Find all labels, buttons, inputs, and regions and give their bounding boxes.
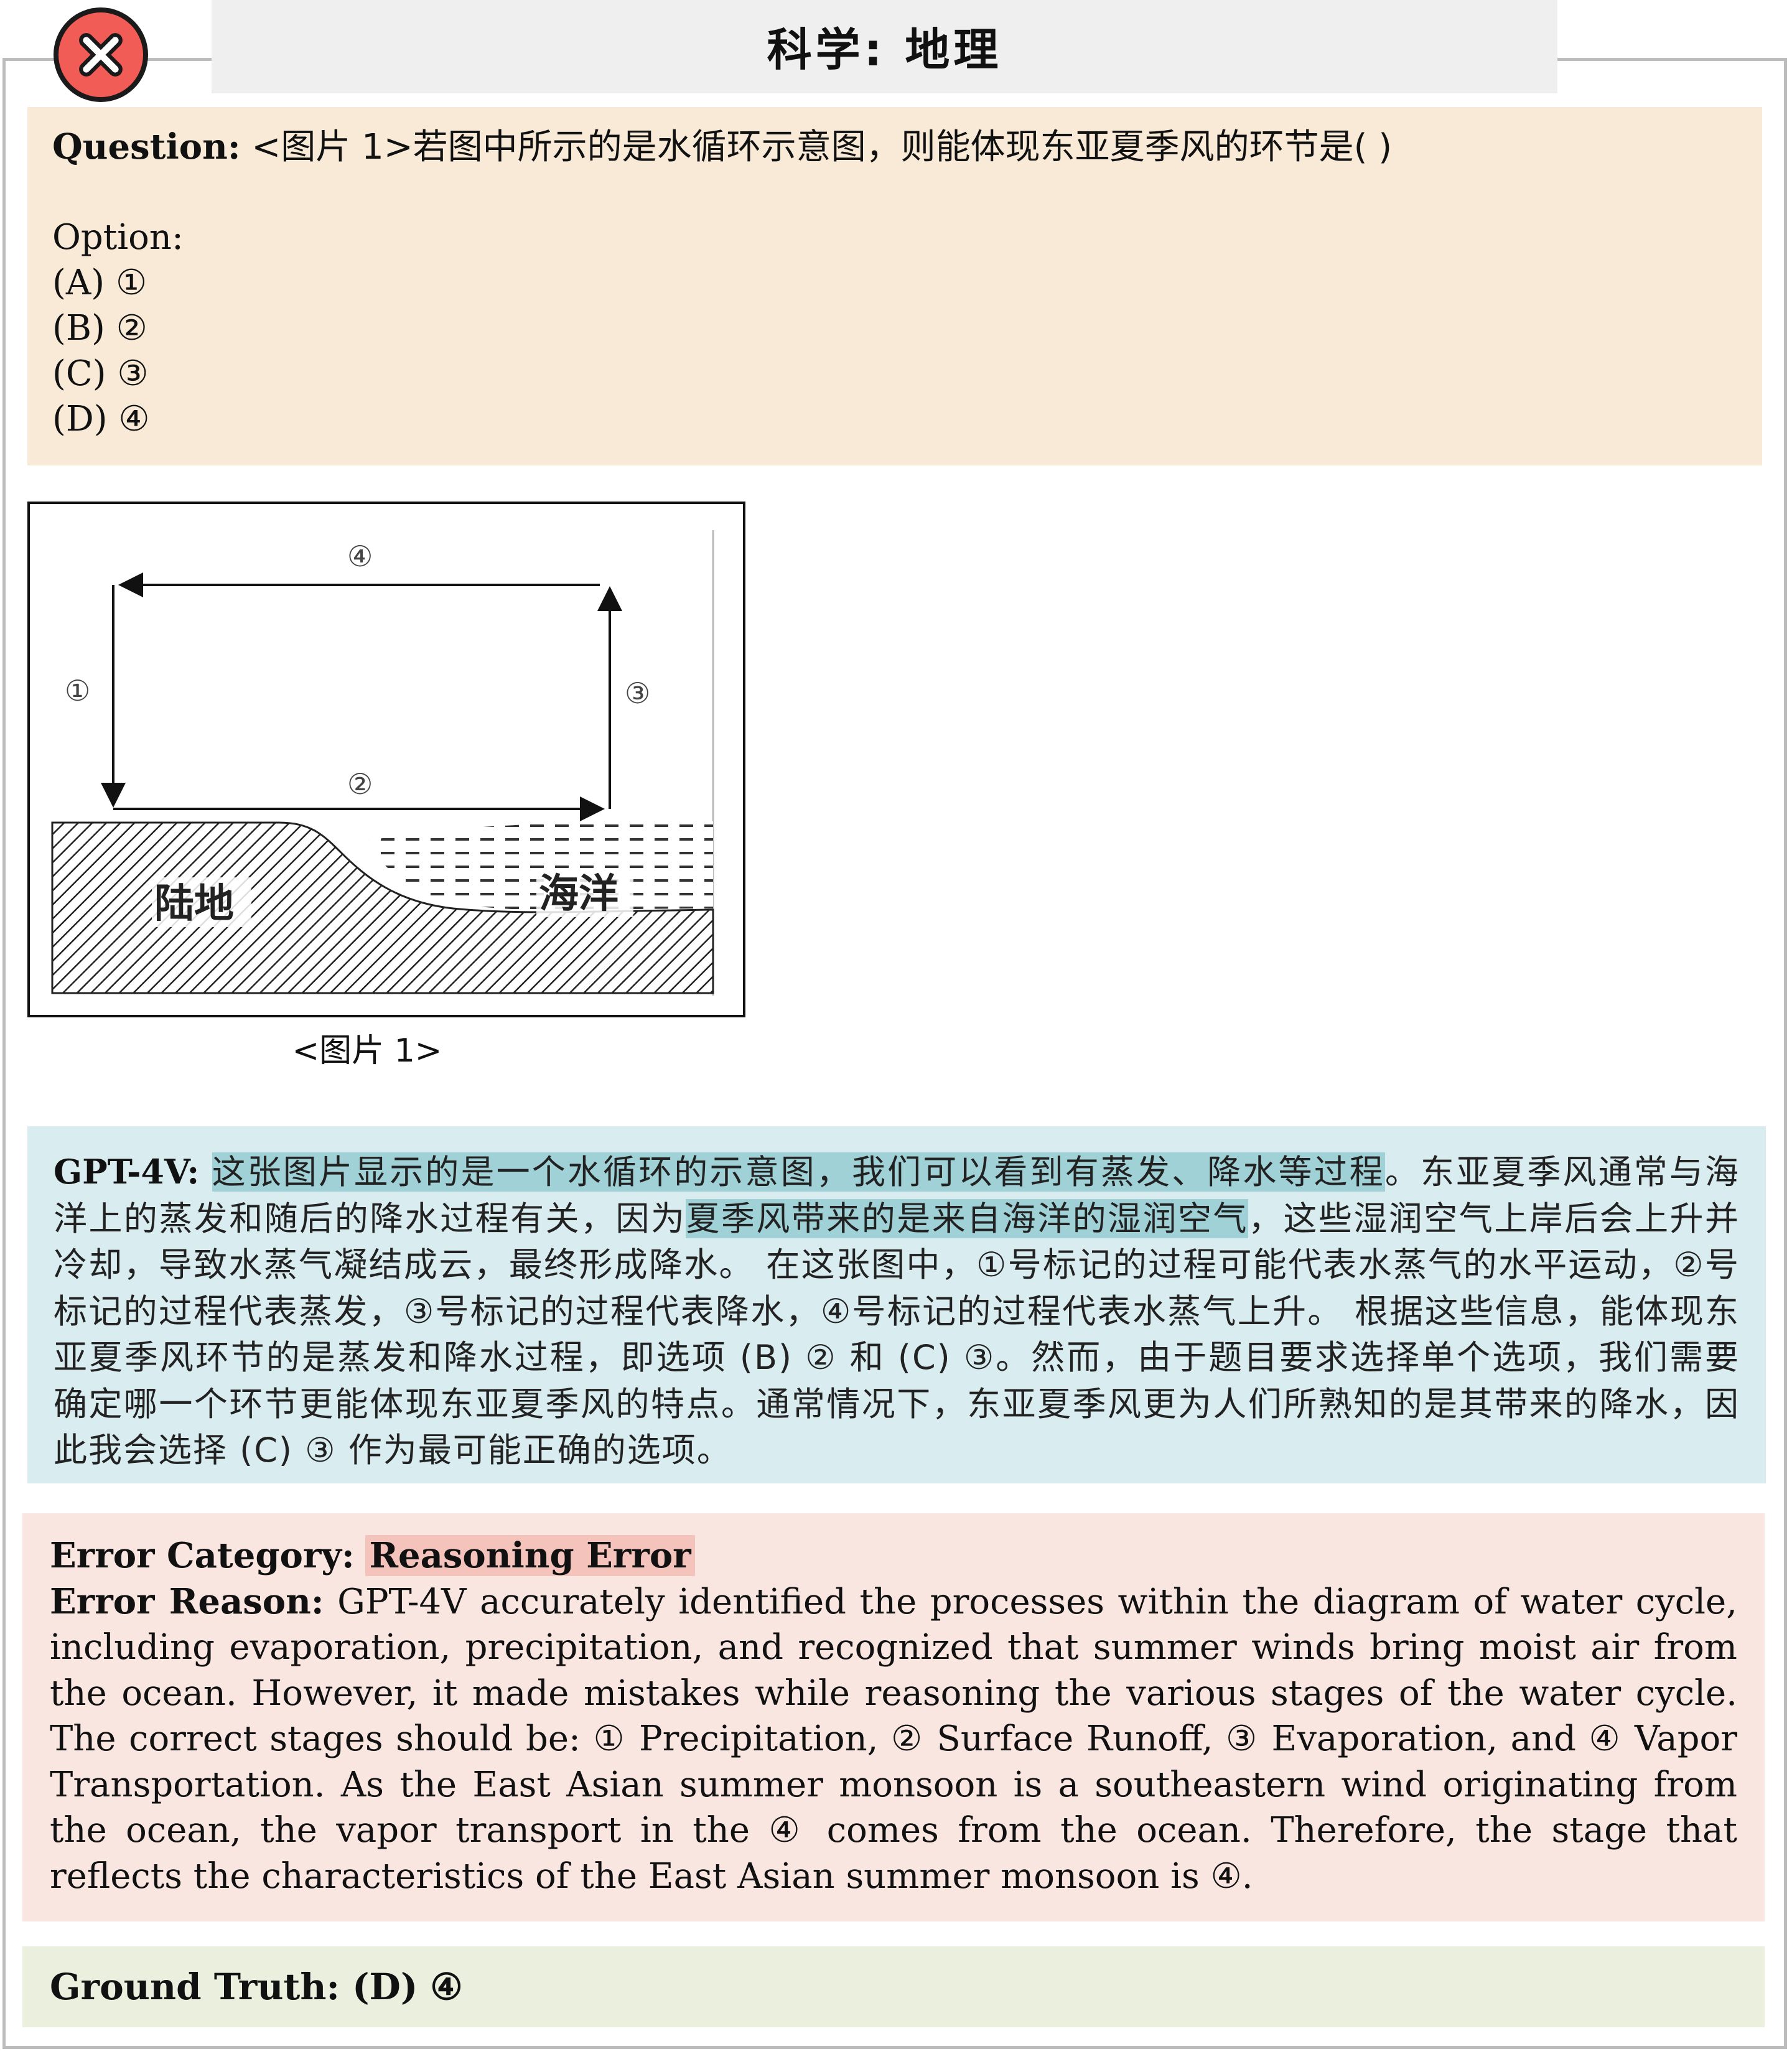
- error-category-line: Error Category: Reasoning Error: [50, 1533, 1737, 1579]
- ground-truth-label: Ground Truth:: [50, 1966, 340, 2008]
- error-panel: Error Category: Reasoning Error Error Re…: [22, 1513, 1765, 1921]
- option-d: (D) ④: [52, 399, 150, 439]
- error-category-badge: Reasoning Error: [365, 1535, 695, 1576]
- error-reason-label: Error Reason:: [50, 1580, 324, 1622]
- error-category-label: Error Category:: [50, 1535, 355, 1576]
- question-text: <图片 1>若图中所示的是水循环示意图，则能体现东亚夏季风的环节是( ): [251, 127, 1393, 167]
- highlight-1: 这张图片显示的是一个水循环的示意图，我们可以看到有蒸发、降水等过程: [212, 1152, 1385, 1192]
- land-label: 陆地: [154, 881, 234, 927]
- question-line: Question: <图片 1>若图中所示的是水循环示意图，则能体现东亚夏季风的…: [52, 124, 1737, 169]
- close-icon: [54, 7, 148, 102]
- ocean-label: 海洋: [539, 871, 618, 917]
- ground-truth-value: (D) ④: [352, 1966, 463, 2008]
- ground-truth-panel: Ground Truth: (D) ④: [22, 1946, 1765, 2027]
- figure-caption: <图片 1>: [292, 1032, 442, 1070]
- error-reason-line: Error Reason: GPT-4V accurately identifi…: [50, 1579, 1737, 1900]
- option-a: (A) ①: [52, 263, 147, 303]
- water-cycle-diagram: ④ ① ② ③ 陆地 海洋: [51, 530, 714, 996]
- gpt-label: GPT-4V:: [54, 1152, 200, 1192]
- water-cycle-figure: ④ ① ② ③ 陆地 海洋: [27, 502, 745, 1017]
- label-2: ②: [347, 767, 373, 801]
- label-4: ④: [347, 539, 373, 573]
- gpt-text-2: ，这些湿润空气上岸后会上升并冷却，导致水蒸气凝结成云，最终形成降水。 在这张图中…: [54, 1198, 1740, 1470]
- option-label: Option:: [52, 217, 184, 258]
- highlight-2: 夏季风带来的是来自海洋的湿润空气: [686, 1198, 1248, 1238]
- question-label: Question:: [52, 126, 241, 167]
- option-c: (C) ③: [52, 353, 149, 394]
- error-reason-text: GPT-4V accurately identified the process…: [50, 1581, 1738, 1897]
- label-3: ③: [625, 676, 650, 710]
- option-b: (B) ②: [52, 308, 147, 348]
- label-1: ①: [65, 674, 90, 707]
- page-title: 科学: 地理: [212, 0, 1557, 93]
- question-panel: Question: <图片 1>若图中所示的是水循环示意图，则能体现东亚夏季风的…: [27, 107, 1762, 465]
- gpt-response-panel: GPT-4V: 这张图片显示的是一个水循环的示意图，我们可以看到有蒸发、降水等过…: [27, 1126, 1766, 1483]
